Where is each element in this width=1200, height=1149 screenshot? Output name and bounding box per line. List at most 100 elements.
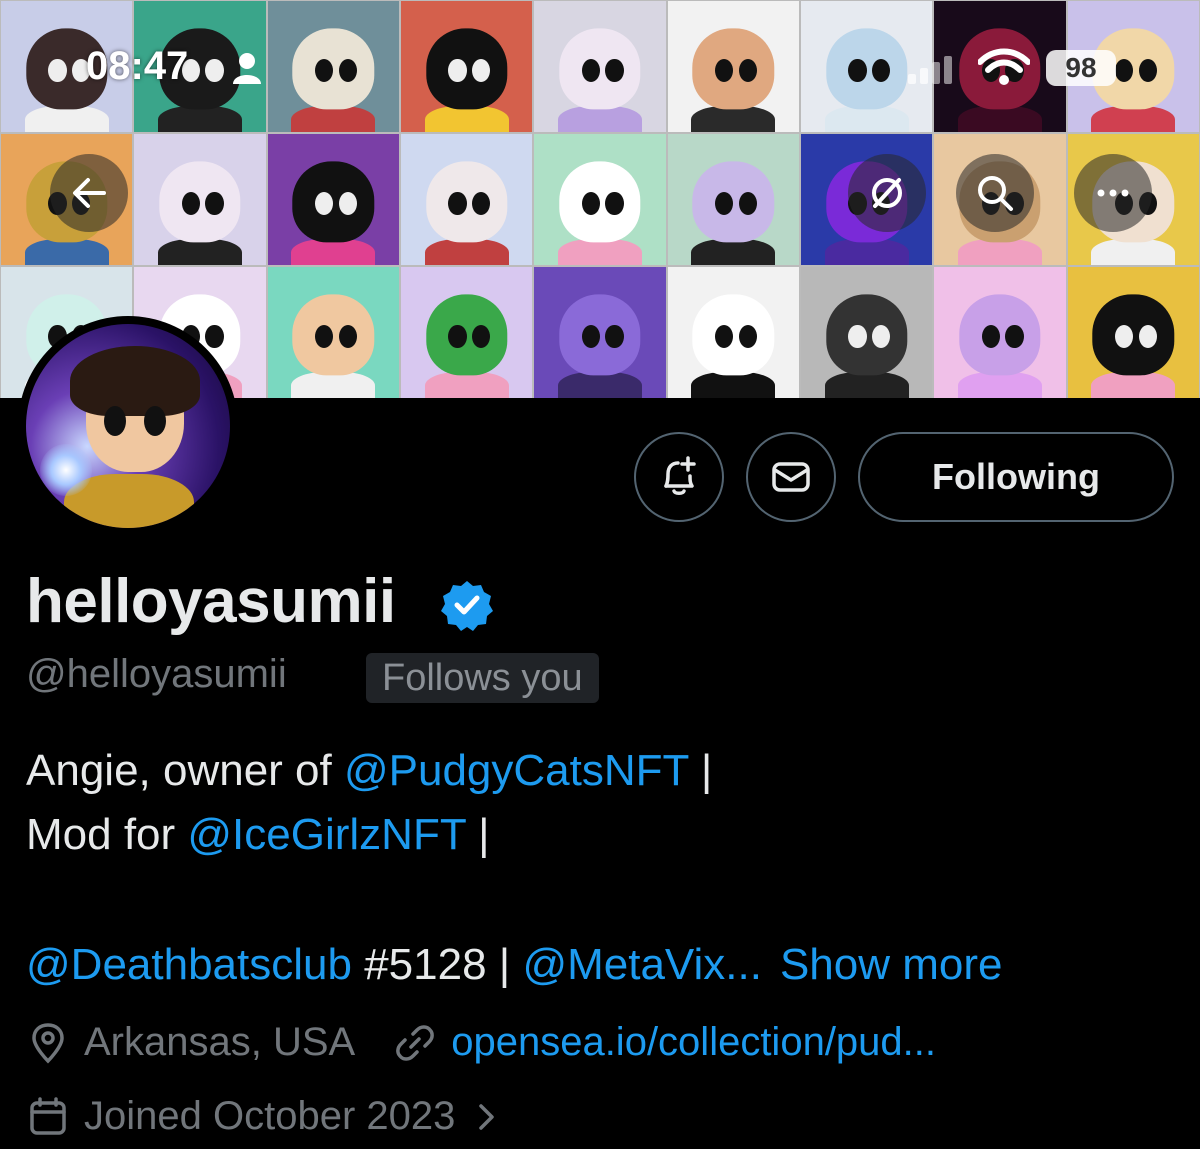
- show-more-link[interactable]: Show more: [780, 940, 1003, 989]
- tile-character-body: [691, 238, 776, 265]
- tile-character-body: [291, 238, 376, 265]
- battery-indicator: 98: [1046, 50, 1116, 86]
- bio-text: #5128 |: [351, 940, 523, 989]
- bio-line-2: Mod for @IceGirlzNFT |: [26, 810, 490, 860]
- tile-character-head: [559, 294, 641, 376]
- banner-tile: [1066, 266, 1200, 398]
- more-button[interactable]: [1074, 154, 1152, 232]
- tile-character-head: [292, 161, 375, 243]
- bell-plus-icon: [664, 456, 696, 495]
- bio-text: Angie, owner of: [26, 746, 344, 795]
- message-button[interactable]: [746, 432, 836, 522]
- verified-badge-icon: [441, 581, 493, 631]
- envelope-icon: [772, 462, 810, 492]
- tile-eye: [848, 324, 867, 349]
- banner-tile: [666, 133, 800, 266]
- banner-tile: [133, 133, 267, 266]
- notify-button[interactable]: [634, 432, 724, 522]
- tile-character-head: [425, 294, 508, 376]
- tile-eye: [981, 324, 1000, 349]
- tile-character-body: [557, 371, 642, 398]
- avatar[interactable]: [18, 316, 238, 536]
- user-handle: @helloyasumii: [26, 652, 287, 696]
- tile-eye: [448, 324, 467, 349]
- tile-eye: [1005, 324, 1024, 349]
- banner-tile: [399, 133, 534, 266]
- tile-eye: [205, 191, 224, 216]
- status-time: 08:47: [86, 44, 189, 88]
- bio-link-icegirlz[interactable]: @IceGirlzNFT: [187, 810, 466, 859]
- website-link[interactable]: opensea.io/collection/pud...: [451, 1020, 936, 1065]
- more-icon: [1097, 189, 1129, 197]
- banner-tile: [666, 266, 800, 398]
- tile-character-body: [557, 238, 642, 265]
- back-button[interactable]: [50, 154, 128, 232]
- tile-character-head: [692, 161, 775, 243]
- tile-character-body: [957, 371, 1042, 398]
- eye-slash-icon: [872, 178, 902, 208]
- tile-eye: [448, 191, 467, 216]
- tile-eye: [581, 191, 600, 216]
- follows-you-badge: Follows you: [366, 653, 599, 703]
- joined-row[interactable]: Joined October 2023: [26, 1094, 515, 1139]
- location-pin-icon: [32, 1022, 64, 1063]
- bio-link-deathbatsclub[interactable]: @Deathbatsclub: [26, 940, 352, 989]
- search-button[interactable]: [956, 154, 1034, 232]
- tile-character-body: [424, 238, 509, 265]
- tile-character-head: [425, 161, 508, 243]
- tile-character-head: [292, 294, 375, 376]
- signal-icon: [908, 56, 952, 84]
- tile-eye: [181, 191, 200, 216]
- back-arrow-icon: [73, 178, 106, 208]
- following-button[interactable]: Following: [858, 432, 1174, 522]
- tile-character-head: [159, 161, 241, 243]
- bio-text: |: [688, 746, 713, 795]
- tile-eye: [605, 191, 624, 216]
- tile-eye: [581, 324, 600, 349]
- bio-link-pudgycats[interactable]: @PudgyCatsNFT: [344, 746, 689, 795]
- person-icon: [233, 53, 261, 84]
- bio-link-metavix[interactable]: @MetaVix...: [522, 940, 762, 989]
- tile-character-body: [957, 238, 1042, 265]
- location-text: Arkansas, USA: [84, 1020, 356, 1064]
- tile-eye: [1138, 324, 1157, 349]
- tile-eye: [605, 324, 624, 349]
- banner-tile: [933, 266, 1067, 398]
- banner-tile: [266, 266, 400, 398]
- bio-text: |: [465, 810, 490, 859]
- tile-character-head: [959, 294, 1041, 376]
- link-icon: [396, 1024, 435, 1061]
- bio-text: Mod for: [26, 810, 188, 859]
- banner-tile: [399, 266, 534, 398]
- calendar-icon: [30, 1096, 66, 1135]
- wifi-icon: [978, 48, 1030, 85]
- tile-character-body: [424, 371, 509, 398]
- tile-character-body: [291, 371, 376, 398]
- search-icon: [978, 176, 1013, 211]
- tile-character-body: [1091, 371, 1176, 398]
- tile-eye: [738, 191, 757, 216]
- status-bar: 08:47 98: [0, 0, 1200, 130]
- tile-character-head: [1092, 294, 1174, 376]
- banner-tile: [533, 133, 667, 266]
- profile-meta-row: Arkansas, USA opensea.io/collection/pud.…: [26, 1020, 936, 1065]
- bio-line-3: @Deathbatsclub #5128 | @MetaVix... Show m…: [26, 940, 1002, 990]
- joined-text: Joined October 2023: [84, 1094, 456, 1138]
- display-name: helloyasumii: [26, 567, 396, 636]
- bio-line-1: Angie, owner of @PudgyCatsNFT |: [26, 746, 712, 796]
- tile-character-head: [559, 161, 641, 243]
- banner-tile: [799, 266, 934, 398]
- chevron-right-icon: [479, 1103, 495, 1130]
- tile-character-body: [824, 371, 909, 398]
- tile-character-body: [691, 371, 776, 398]
- avatar-image: [26, 324, 230, 528]
- tile-eye: [205, 324, 224, 349]
- tile-character-body: [1091, 238, 1176, 265]
- tile-character-body: [24, 238, 109, 265]
- tile-eye: [338, 191, 357, 216]
- tile-character-head: [692, 294, 775, 376]
- banner-tile: [533, 266, 667, 398]
- tile-eye: [738, 324, 757, 349]
- tile-character-body: [157, 238, 242, 265]
- hide-button[interactable]: [848, 154, 926, 232]
